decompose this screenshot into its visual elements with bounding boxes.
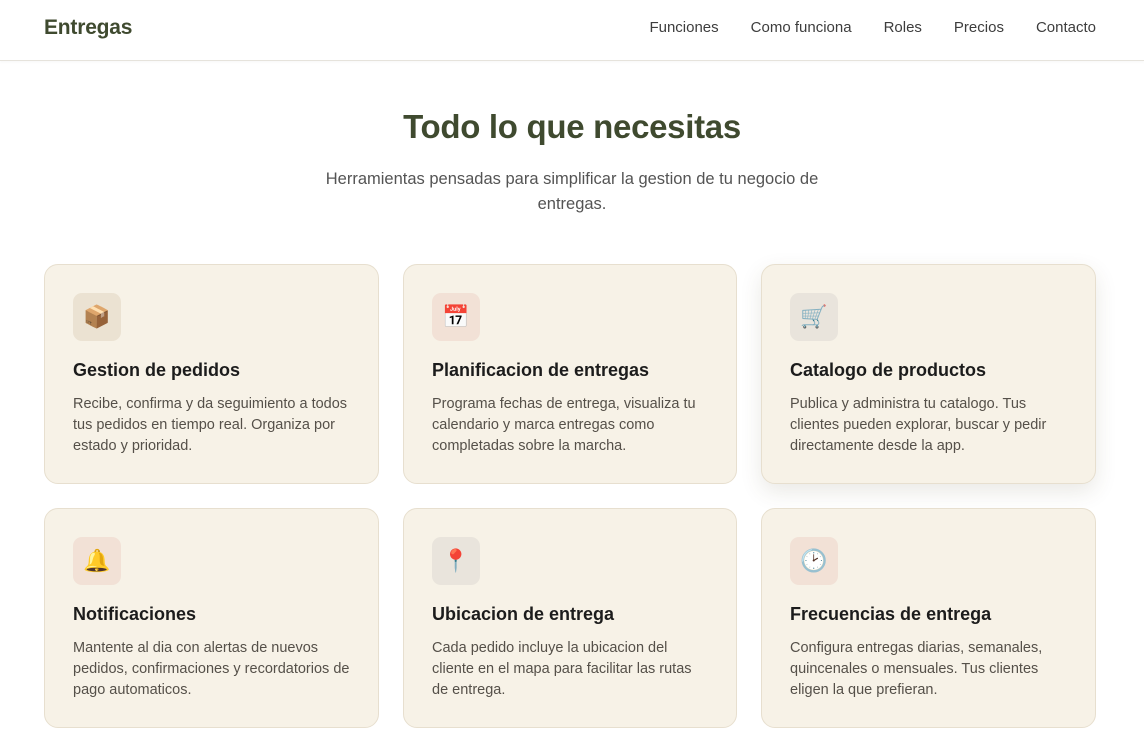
shopping-cart-icon: 🛒 <box>790 293 838 341</box>
map-pin-icon: 📍 <box>432 537 480 585</box>
feature-description: Cada pedido incluye la ubicacion del cli… <box>432 640 692 698</box>
nav-link-como-funciona[interactable]: Como funciona <box>751 19 852 36</box>
feature-description: Recibe, confirma y da seguimiento a todo… <box>73 396 348 454</box>
top-navbar: Entregas Funciones Como funciona Roles P… <box>0 0 1144 61</box>
feature-title: Catalogo de productos <box>790 360 987 380</box>
calendar-icon: 📅 <box>432 293 480 341</box>
nav-link-precios[interactable]: Precios <box>954 19 1004 36</box>
nav-link-roles[interactable]: Roles <box>884 19 922 36</box>
feature-card-catalogo[interactable]: 🛒 Catalogo de productos Publica y admini… <box>761 264 1096 484</box>
features-grid: 📦 Gestion de pedidos Recibe, confirma y … <box>44 264 1096 728</box>
nav-link-funciones[interactable]: Funciones <box>649 19 718 36</box>
feature-title: Notificaciones <box>73 604 197 624</box>
brand-logo[interactable]: Entregas <box>44 16 132 40</box>
feature-title: Frecuencias de entrega <box>790 604 992 624</box>
feature-description: Programa fechas de entrega, visualiza tu… <box>432 396 696 454</box>
feature-card-frecuencias[interactable]: 🕑 Frecuencias de entrega Configura entre… <box>761 508 1096 728</box>
feature-card-gestion-pedidos[interactable]: 📦 Gestion de pedidos Recibe, confirma y … <box>44 264 379 484</box>
feature-card-notificaciones[interactable]: 🔔 Notificaciones Mantente al dia con ale… <box>44 508 379 728</box>
feature-description: Configura entregas diarias, semanales, q… <box>790 640 1043 698</box>
feature-title: Ubicacion de entrega <box>432 604 615 624</box>
nav-links: Funciones Como funciona Roles Precios Co… <box>649 19 1096 36</box>
bell-icon: 🔔 <box>73 537 121 585</box>
package-icon: 📦 <box>73 293 121 341</box>
feature-description: Mantente al dia con alertas de nuevos pe… <box>73 640 350 698</box>
clock-icon: 🕑 <box>790 537 838 585</box>
nav-link-contacto[interactable]: Contacto <box>1036 19 1096 36</box>
section-subtitle: Herramientas pensadas para simplificar l… <box>325 170 819 213</box>
feature-card-ubicacion[interactable]: 📍 Ubicacion de entrega Cada pedido inclu… <box>403 508 737 728</box>
feature-title: Planificacion de entregas <box>432 360 650 380</box>
feature-title: Gestion de pedidos <box>73 360 241 380</box>
features-hero: Todo lo que necesitas Herramientas pensa… <box>0 108 1144 217</box>
feature-card-planificacion[interactable]: 📅 Planificacion de entregas Programa fec… <box>403 264 737 484</box>
feature-description: Publica y administra tu catalogo. Tus cl… <box>790 396 1047 454</box>
section-title: Todo lo que necesitas <box>403 108 741 145</box>
